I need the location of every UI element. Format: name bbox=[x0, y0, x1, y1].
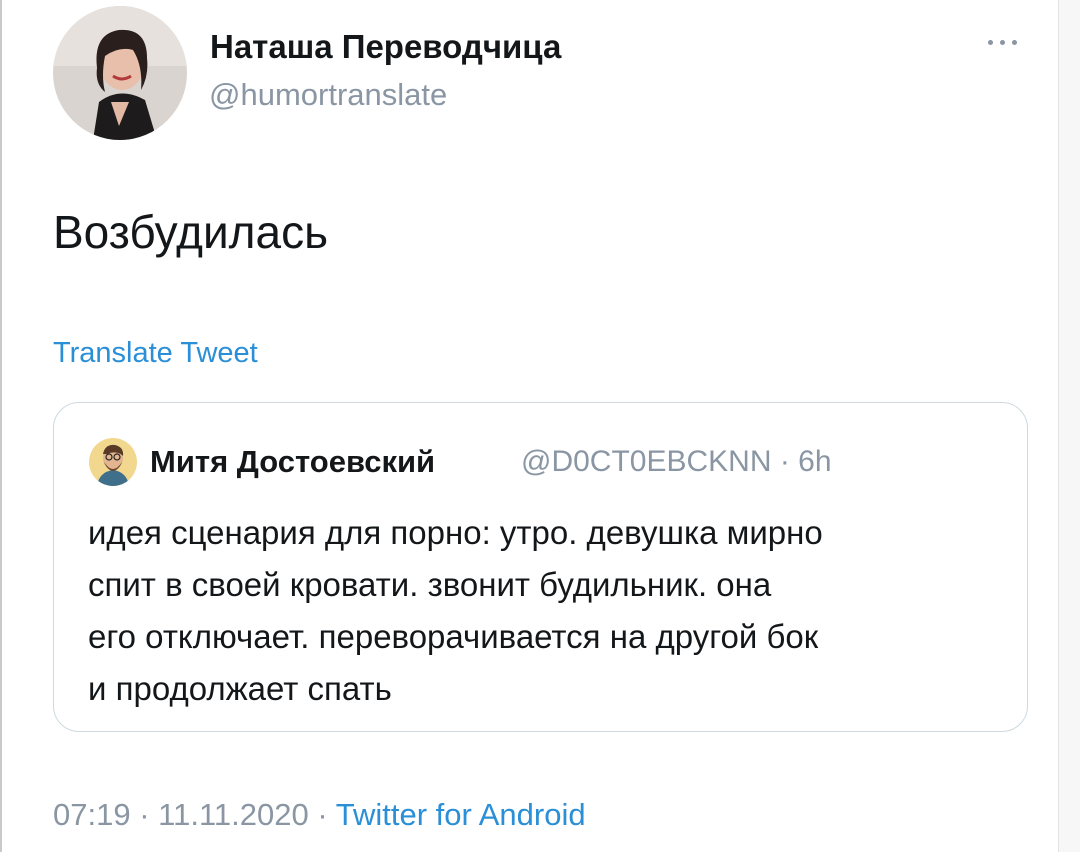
profile-photo-icon bbox=[89, 438, 137, 486]
quoted-text-line: его отключает. переворачивается на друго… bbox=[88, 618, 819, 655]
footer-separator: · bbox=[139, 797, 150, 832]
scrollbar-track[interactable] bbox=[1058, 0, 1080, 852]
author-handle[interactable]: @humortranslate bbox=[209, 77, 447, 113]
footer-separator: · bbox=[317, 797, 328, 832]
profile-photo-icon bbox=[53, 6, 187, 140]
tweet-source-link[interactable]: Twitter for Android bbox=[336, 797, 586, 832]
tweet-date[interactable]: 11.11.2020 bbox=[158, 797, 309, 832]
more-horizontal-icon[interactable] bbox=[986, 32, 1020, 52]
translate-tweet-link[interactable]: Translate Tweet bbox=[53, 337, 258, 370]
author-avatar[interactable] bbox=[53, 6, 187, 140]
tweet-text: Возбудилась bbox=[53, 206, 329, 258]
quoted-tweet-text: идея сценария для порно: утро. девушка м… bbox=[88, 507, 1013, 715]
author-display-name[interactable]: Наташа Переводчица bbox=[210, 28, 561, 66]
quoted-text-line: спит в своей кровати. звонит будильник. … bbox=[88, 566, 772, 603]
quoted-author-name[interactable]: Митя Достоевский bbox=[150, 444, 435, 480]
tweet-time[interactable]: 07:19 bbox=[53, 797, 131, 832]
quoted-author-handle-time: @D0CT0EBCKNN · 6h bbox=[521, 445, 832, 478]
quoted-tweet-card[interactable]: Митя Достоевский @D0CT0EBCKNN · 6h идея … bbox=[53, 402, 1028, 732]
tweet-footer: 07:19 · 11.11.2020 · Twitter for Android bbox=[53, 797, 586, 833]
quoted-text-line: идея сценария для порно: утро. девушка м… bbox=[88, 514, 823, 551]
left-edge-divider bbox=[0, 0, 2, 852]
quoted-author-avatar[interactable] bbox=[89, 438, 137, 486]
quoted-text-line: и продолжает спать bbox=[88, 670, 392, 707]
